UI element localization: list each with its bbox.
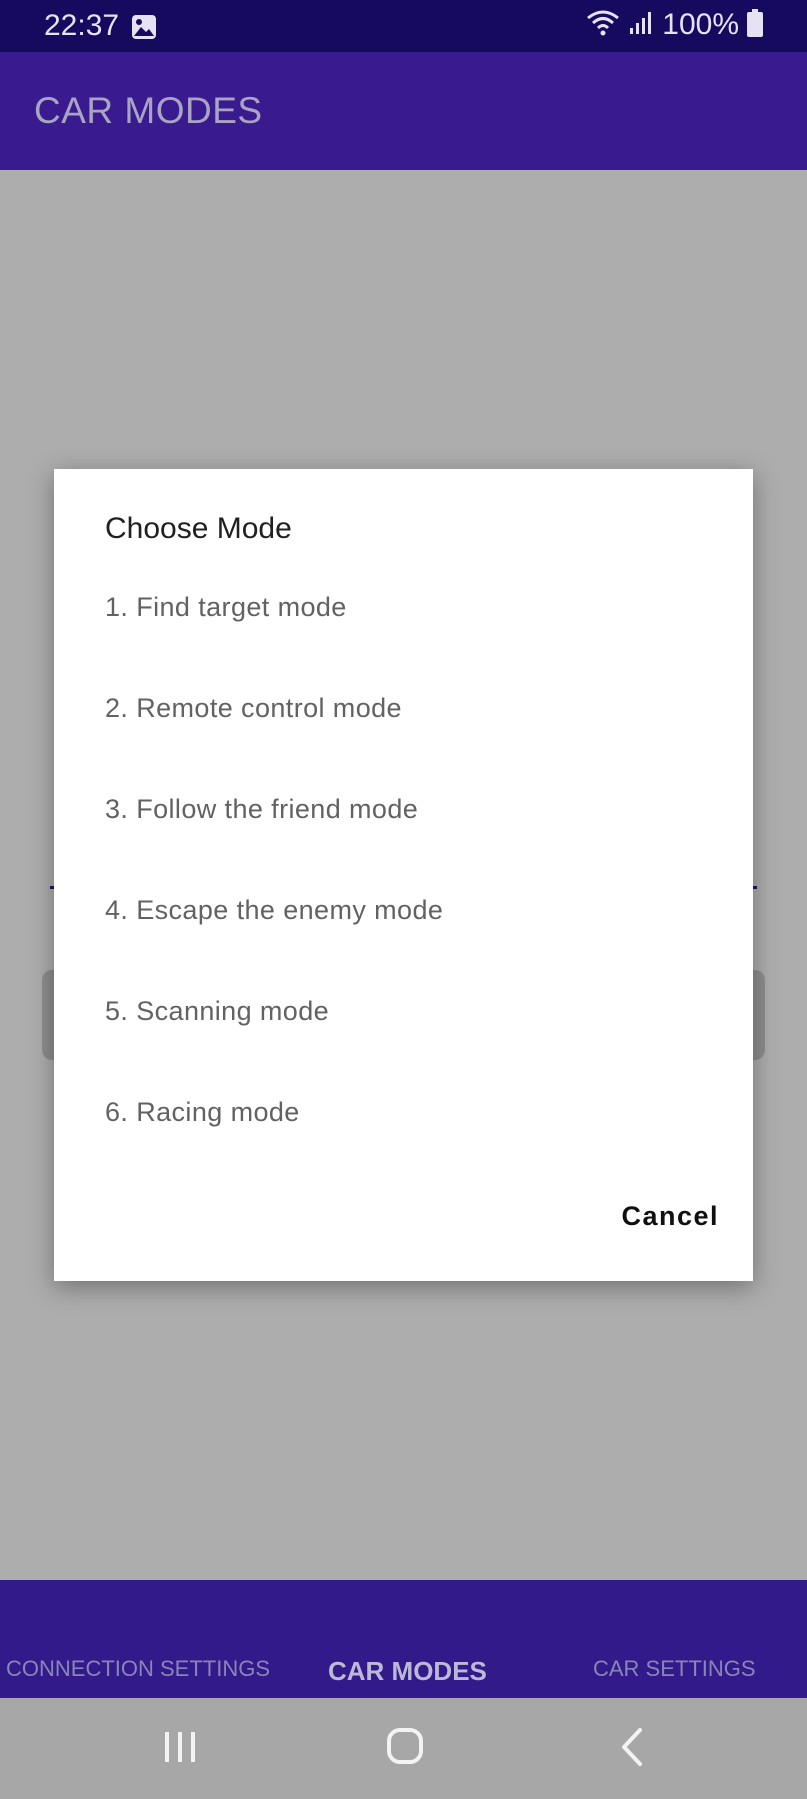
bottom-tab-bar: CONNECTION SETTINGS CAR MODES CAR SETTIN… xyxy=(0,1580,807,1698)
tab-label: CONNECTION SETTINGS xyxy=(6,1656,271,1681)
mode-option-label: 3. Follow the friend mode xyxy=(105,794,419,824)
recent-apps-icon[interactable] xyxy=(145,1716,215,1780)
tab-car-modes[interactable]: CAR MODES xyxy=(328,1580,498,1698)
mode-option-scanning[interactable]: 5. Scanning mode xyxy=(54,963,753,1064)
mode-option-escape-enemy[interactable]: 4. Escape the enemy mode xyxy=(54,862,753,963)
tab-connection-settings[interactable]: CONNECTION SETTINGS xyxy=(0,1580,270,1698)
mode-option-label: 6. Racing mode xyxy=(105,1097,300,1127)
tab-car-settings[interactable]: CAR SETTINGS xyxy=(593,1580,773,1698)
page-title: CAR MODES xyxy=(34,90,263,131)
app-bar: CAR MODES xyxy=(0,52,807,170)
status-bar: 22:37 100% xyxy=(0,0,807,52)
back-icon[interactable] xyxy=(598,1716,668,1780)
mode-option-follow-friend[interactable]: 3. Follow the friend mode xyxy=(54,761,753,862)
mode-option-label: 2. Remote control mode xyxy=(105,693,402,723)
system-nav-bar xyxy=(0,1698,807,1799)
signal-icon xyxy=(628,10,654,41)
mode-option-remote-control[interactable]: 2. Remote control mode xyxy=(54,660,753,761)
battery-percent: 100% xyxy=(662,8,739,41)
wifi-icon xyxy=(586,9,620,42)
status-time: 22:37 xyxy=(44,9,120,42)
cancel-button[interactable]: Cancel xyxy=(617,1195,723,1238)
dialog-title: Choose Mode xyxy=(105,512,292,545)
battery-icon xyxy=(747,8,763,42)
mode-option-label: 5. Scanning mode xyxy=(105,996,330,1026)
mode-option-find-target[interactable]: 1. Find target mode xyxy=(54,559,753,660)
choose-mode-dialog: Choose Mode 1. Find target mode 2. Remot… xyxy=(54,469,753,1281)
mode-option-racing[interactable]: 6. Racing mode xyxy=(54,1064,753,1165)
tab-label: CAR MODES xyxy=(328,1656,487,1686)
status-right-group: 100% xyxy=(586,8,763,42)
mode-option-label: 4. Escape the enemy mode xyxy=(105,895,444,925)
gallery-icon xyxy=(131,14,157,45)
mode-option-label: 1. Find target mode xyxy=(105,592,347,622)
home-icon[interactable] xyxy=(370,1716,440,1780)
tab-label: CAR SETTINGS xyxy=(593,1656,756,1681)
